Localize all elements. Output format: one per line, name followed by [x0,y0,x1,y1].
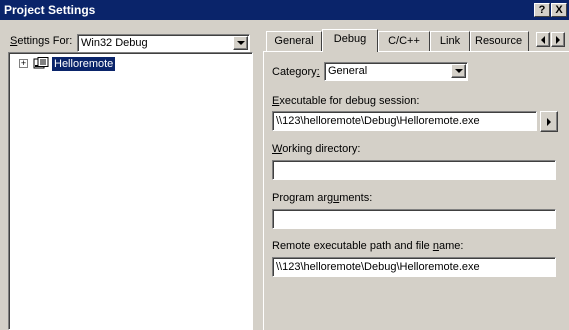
window-title: Project Settings [4,3,96,17]
project-tree[interactable]: + Helloremote [8,52,253,330]
tab-general[interactable]: General [266,31,322,51]
chevron-down-icon[interactable] [451,64,466,78]
expand-icon[interactable]: + [19,59,28,68]
title-bar: Project Settings ? X [0,0,569,20]
working-directory-label: Working directory: [272,143,361,155]
tree-item-label[interactable]: Helloremote [52,57,116,71]
executable-browse-button[interactable] [540,111,558,132]
close-button[interactable]: X [551,3,567,17]
working-directory-input[interactable] [272,160,556,180]
help-button[interactable]: ? [534,3,550,17]
remote-path-input[interactable]: \\123\helloremote\Debug\Helloremote.exe [272,257,556,277]
tab-c-cpp[interactable]: C/C++ [378,31,430,51]
debug-panel [263,51,569,330]
category-value: General [328,65,368,77]
settings-for-value: Win32 Debug [81,37,148,49]
settings-for-combo[interactable]: Win32 Debug [77,34,250,52]
chevron-down-icon[interactable] [233,36,248,50]
arrow-right-icon [547,117,551,126]
executable-label: Executable for debug session: [272,95,420,107]
tab-scroll-right-button[interactable] [551,32,565,47]
executable-input[interactable]: \\123\helloremote\Debug\Helloremote.exe [272,111,537,131]
tab-debug[interactable]: Debug [322,29,378,52]
remote-path-label: Remote executable path and file name: [272,240,464,252]
project-icon [33,57,49,69]
tab-scroll-left-button[interactable] [536,32,550,47]
remote-path-value: \\123\helloremote\Debug\Helloremote.exe [276,261,480,273]
program-arguments-label: Program arguments: [272,192,373,204]
chevron-left-icon [541,35,545,44]
executable-value: \\123\helloremote\Debug\Helloremote.exe [276,115,480,127]
tab-resource[interactable]: Resource [470,31,529,51]
settings-for-label: Settings For: [10,35,73,47]
category-combo[interactable]: General [324,62,468,81]
tab-link[interactable]: Link [430,31,470,51]
category-label: Category: [272,66,320,78]
chevron-right-icon [556,35,560,44]
tab-strip: General Debug C/C++ Link Resource [263,29,569,52]
program-arguments-input[interactable] [272,209,556,229]
